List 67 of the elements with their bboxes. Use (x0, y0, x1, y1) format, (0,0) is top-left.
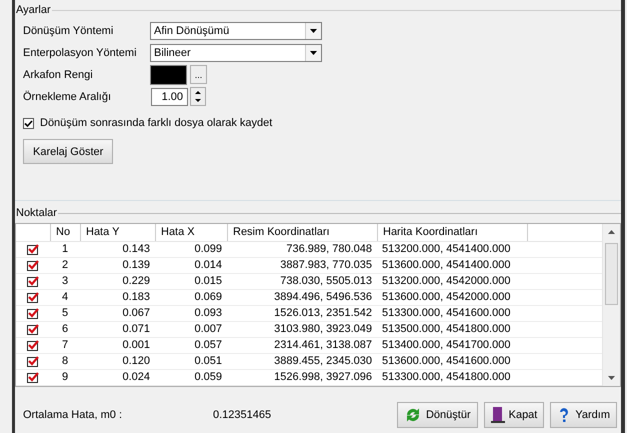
field-label: Örnekleme Aralığı (23, 90, 112, 102)
table-cell-text: 6 (60, 322, 70, 337)
group-title: Ayarlar (15, 4, 52, 16)
table-cell-text: 2314.461, 3138.087 (273, 338, 373, 353)
table-cell-text: 0.015 (193, 274, 223, 289)
browse-button[interactable]: ... (190, 65, 207, 84)
table-cell-text: 0.071 (121, 322, 151, 337)
convert-button[interactable]: Dönüştür (396, 402, 478, 428)
table-cell-text: 0.229 (121, 274, 151, 289)
table-cell-text: 736.989, 780.048 (285, 242, 373, 257)
dropdown[interactable]: Bilineer (150, 44, 322, 62)
table-cell-text: 3889.455, 2345.030 (273, 354, 373, 369)
group-title: Noktalar (15, 207, 58, 219)
column-header[interactable]: Resim Koordinatları (228, 224, 378, 241)
table-cell-text: 0.143 (121, 242, 151, 257)
table-cell-text: 0.057 (193, 338, 223, 353)
table-cell-text: 3 (60, 274, 70, 289)
table-cell-text: 3887.983, 770.035 (279, 258, 373, 273)
table-cell-text: 0.183 (121, 290, 151, 305)
table-cell-text: 3894.496, 5496.536 (273, 290, 373, 305)
table-cell-text: 0.067 (121, 306, 151, 321)
column-header[interactable]: Hata Y (81, 224, 156, 241)
table-cell-text: 0.014 (193, 258, 223, 273)
table-cell-text: 513400.000, 4541700.000 (381, 338, 512, 353)
table-cell-text: 1526.013, 2351.542 (273, 306, 373, 321)
table-cell-text: 513500.000, 4541800.000 (381, 322, 512, 337)
number-field[interactable]: 1.00 (151, 88, 188, 106)
field-label: Arkafon Rengi (23, 68, 94, 80)
close-button[interactable]: Kapat (484, 402, 544, 428)
table-cell-text: 0.093 (193, 306, 223, 321)
table-cell-text: 0.059 (193, 370, 223, 385)
table-cell-text: 7 (60, 338, 70, 353)
table-cell-text: 513600.000, 4541600.000 (381, 354, 512, 369)
help-button[interactable]: Yardım (550, 402, 617, 428)
table-cell-text: 0.099 (193, 242, 223, 257)
field-label: Dönüşüm Yöntemi (23, 24, 114, 36)
column-header[interactable]: Harita Koordinatları (378, 224, 528, 241)
rms-error-label: Ortalama Hata, m0 : (23, 409, 124, 421)
show-grid-button[interactable]: Karelaj Göster (23, 139, 114, 164)
table-cell-text: 0.007 (193, 322, 223, 337)
table-cell-text: 513300.000, 4541800.000 (381, 370, 512, 385)
table-cell-text: 5 (60, 306, 70, 321)
table-cell-text: 513200.000, 4541400.000 (381, 242, 512, 257)
table-cell-text: 1526.998, 3927.096 (273, 370, 373, 385)
rms-error-value: 0.12351465 (213, 409, 272, 421)
table-cell-text: 0.139 (121, 258, 151, 273)
table-cell-text: 0.024 (121, 370, 151, 385)
column-header[interactable]: No (51, 224, 81, 241)
table-cell-text: 0.051 (193, 354, 223, 369)
table-cell-text: 3103.980, 3923.049 (273, 322, 373, 337)
table-cell-text: 2 (60, 258, 70, 273)
dropdown[interactable]: Afin Dönüşümü (150, 22, 322, 40)
table-cell-text: 0.069 (193, 290, 223, 305)
table-cell-text: 513200.000, 4542000.000 (381, 274, 512, 289)
column-header[interactable]: Hata X (156, 224, 228, 241)
table-cell-text: 513600.000, 4542000.000 (381, 290, 512, 305)
table-cell-text: 513600.000, 4541400.000 (381, 258, 512, 273)
table-cell-text: 513300.000, 4541600.000 (381, 306, 512, 321)
table-cell-text: 8 (60, 354, 70, 369)
checkbox-label: Dönüşüm sonrasında farklı dosya olarak kaydet (40, 117, 272, 129)
table-cell-text: 9 (60, 370, 70, 385)
table-cell-text: 0.001 (121, 338, 151, 353)
table-cell-text: 0.120 (121, 354, 151, 369)
table-cell-text: 1 (60, 242, 70, 257)
field-label: Enterpolasyon Yöntemi (23, 46, 138, 58)
table-cell-text: 4 (60, 290, 70, 305)
table-cell-text: 738.030, 5505.013 (279, 274, 373, 289)
